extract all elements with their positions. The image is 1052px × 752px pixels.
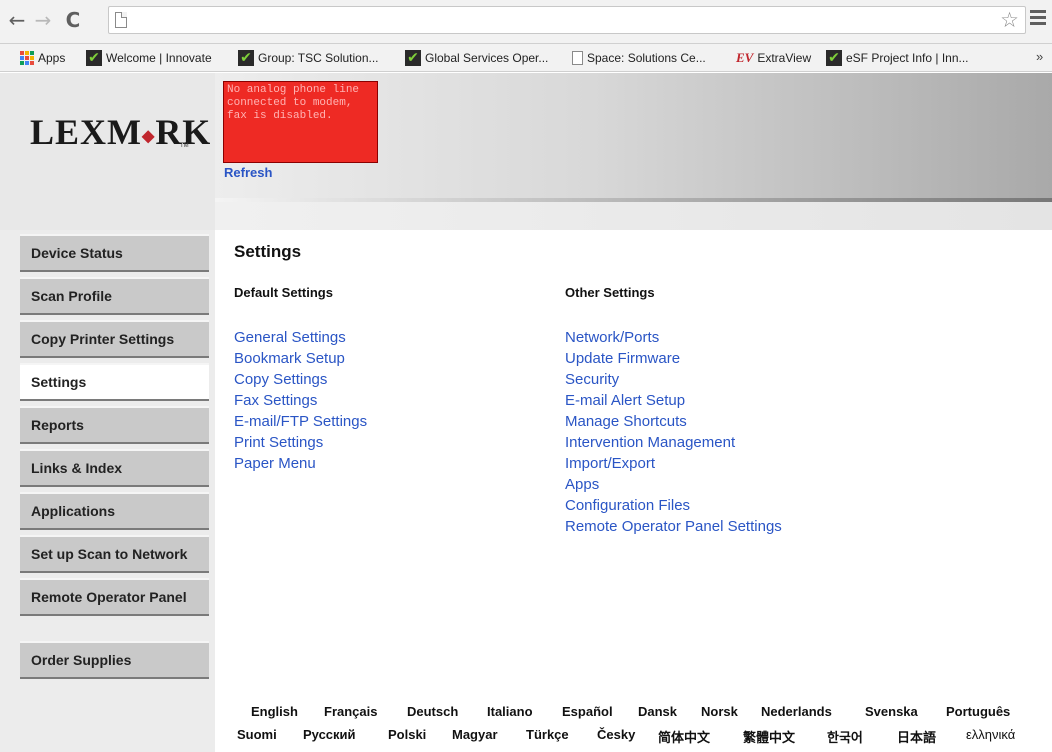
link-fax-settings[interactable]: Fax Settings (234, 392, 317, 409)
page-icon (115, 12, 127, 28)
default-settings-heading: Default Settings (234, 285, 333, 300)
back-icon[interactable]: ← (6, 8, 28, 32)
sidebar-item-settings[interactable]: Settings (20, 363, 209, 401)
lang-norsk[interactable]: Norsk (701, 704, 738, 719)
lang-deutsch[interactable]: Deutsch (407, 704, 458, 719)
lang-english[interactable]: English (251, 704, 298, 719)
link-apps[interactable]: Apps (565, 476, 599, 493)
lang-korean[interactable]: 한국어 (827, 727, 863, 746)
bookmark-space-solutions[interactable]: Space: Solutions Ce... (572, 49, 706, 67)
bookmark-global-services[interactable]: ✔ Global Services Oper... (405, 49, 548, 67)
lang-dansk[interactable]: Dansk (638, 704, 677, 719)
bookmark-label: Global Services Oper... (425, 51, 549, 65)
sidebar-item-applications[interactable]: Applications (20, 492, 209, 530)
bookmark-apps[interactable]: Apps (20, 49, 65, 67)
bookmark-label: eSF Project Info | Inn... (846, 51, 969, 65)
link-update-firmware[interactable]: Update Firmware (565, 350, 680, 367)
lang-francais[interactable]: Français (324, 704, 377, 719)
link-general-settings[interactable]: General Settings (234, 329, 346, 346)
address-bar[interactable]: ☆ (108, 6, 1026, 34)
forward-icon[interactable]: → (32, 8, 54, 32)
bookmark-label: Welcome | Innovate (106, 51, 212, 65)
page-title: Settings (234, 242, 302, 261)
lang-cesky[interactable]: Česky (597, 727, 635, 742)
bookmark-star-icon[interactable]: ☆ (1000, 8, 1019, 32)
sidebar-item-scan-profile[interactable]: Scan Profile (20, 277, 209, 315)
sidebar-item-copy-printer-settings[interactable]: Copy Printer Settings (20, 320, 209, 358)
link-remote-operator-panel-settings[interactable]: Remote Operator Panel Settings (565, 518, 782, 535)
link-manage-shortcuts[interactable]: Manage Shortcuts (565, 413, 687, 430)
bookmark-label: ExtraView (757, 51, 812, 65)
lang-traditional-chinese[interactable]: 繁體中文 (743, 727, 795, 746)
sidebar-item-reports[interactable]: Reports (20, 406, 209, 444)
extraview-icon: EV (736, 50, 754, 65)
header-band (215, 202, 1052, 230)
sidebar-item-order-supplies[interactable]: Order Supplies (20, 641, 209, 679)
link-network-ports[interactable]: Network/Ports (565, 329, 659, 346)
bookmark-extraview[interactable]: EV ExtraView (736, 49, 811, 67)
link-email-alert-setup[interactable]: E-mail Alert Setup (565, 392, 685, 409)
lang-greek[interactable]: ελληνικά (966, 727, 1015, 742)
lang-espanol[interactable]: Español (562, 704, 613, 719)
refresh-link[interactable]: Refresh (224, 165, 272, 180)
lang-polski[interactable]: Polski (388, 727, 426, 742)
lang-svenska[interactable]: Svenska (865, 704, 918, 719)
browser-menu-icon[interactable] (1030, 10, 1046, 28)
page-header: LEXM◆RK TM No analog phone line connecte… (0, 73, 1052, 230)
bookmark-esf-project[interactable]: ✔ eSF Project Info | Inn... (826, 49, 969, 67)
bookmark-group-tsc[interactable]: ✔ Group: TSC Solution... (238, 49, 379, 67)
lang-magyar[interactable]: Magyar (452, 727, 498, 742)
browser-toolbar: ← → C ☆ (0, 0, 1052, 44)
link-copy-settings[interactable]: Copy Settings (234, 371, 327, 388)
trademark-mark: TM (180, 143, 189, 149)
lang-portugues[interactable]: Português (946, 704, 1010, 719)
link-bookmark-setup[interactable]: Bookmark Setup (234, 350, 345, 367)
lang-nederlands[interactable]: Nederlands (761, 704, 832, 719)
apps-grid-icon (20, 51, 34, 65)
other-settings-heading: Other Settings (565, 285, 655, 300)
lang-russian[interactable]: Русский (303, 727, 356, 742)
sidebar-item-remote-operator-panel[interactable]: Remote Operator Panel (20, 578, 209, 616)
lang-suomi[interactable]: Suomi (237, 727, 277, 742)
link-print-settings[interactable]: Print Settings (234, 434, 323, 451)
link-configuration-files[interactable]: Configuration Files (565, 497, 690, 514)
link-intervention-management[interactable]: Intervention Management (565, 434, 735, 451)
reload-icon[interactable]: C (62, 8, 84, 32)
bookmarks-bar: Apps ✔ Welcome | Innovate ✔ Group: TSC S… (0, 44, 1052, 72)
lang-turkce[interactable]: Türkçe (526, 727, 569, 742)
bookmark-label: Apps (38, 51, 66, 65)
link-import-export[interactable]: Import/Export (565, 455, 655, 472)
fax-alert-box: No analog phone line connected to modem,… (223, 81, 378, 163)
versionone-icon: ✔ (826, 50, 842, 66)
sidebar: Device Status Scan Profile Copy Printer … (0, 230, 215, 752)
link-paper-menu[interactable]: Paper Menu (234, 455, 316, 472)
versionone-icon: ✔ (405, 50, 421, 66)
versionone-icon: ✔ (86, 50, 102, 66)
lang-italiano[interactable]: Italiano (487, 704, 533, 719)
lang-simplified-chinese[interactable]: 简体中文 (658, 727, 710, 746)
bookmarks-overflow-icon[interactable]: » (1036, 49, 1043, 64)
bookmark-label: Space: Solutions Ce... (587, 51, 706, 65)
sidebar-item-scan-to-network[interactable]: Set up Scan to Network (20, 535, 209, 573)
versionone-icon: ✔ (238, 50, 254, 66)
sidebar-item-device-status[interactable]: Device Status (20, 234, 209, 272)
sidebar-item-links-index[interactable]: Links & Index (20, 449, 209, 487)
bookmark-welcome[interactable]: ✔ Welcome | Innovate (86, 49, 212, 67)
main-content: Settings Default Settings Other Settings… (215, 230, 1052, 752)
bookmark-label: Group: TSC Solution... (258, 51, 379, 65)
link-security[interactable]: Security (565, 371, 619, 388)
link-email-ftp-settings[interactable]: E-mail/FTP Settings (234, 413, 367, 430)
page-icon (572, 51, 583, 65)
lang-japanese[interactable]: 日本語 (897, 727, 936, 746)
